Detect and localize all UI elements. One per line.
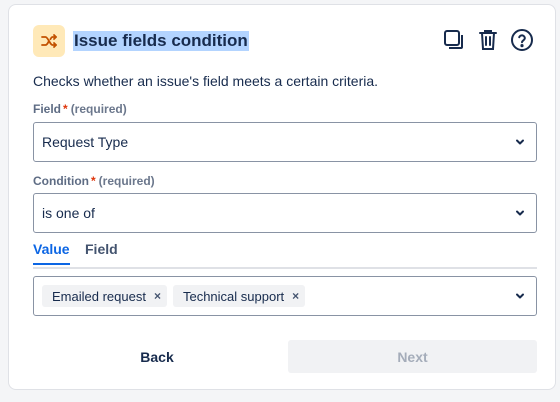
selected-values: Emailed request × Technical support ×	[42, 285, 512, 307]
value-chip-label: Technical support	[182, 288, 285, 304]
panel-description: Checks whether an issue's field meets a …	[33, 73, 379, 89]
issue-fields-condition-panel: Issue fields condition Checks whether an…	[8, 4, 556, 390]
shuffle-icon	[33, 25, 65, 57]
tab-field[interactable]: Field	[85, 241, 118, 263]
value-source-tabs: Value Field	[33, 241, 537, 269]
chevron-down-icon	[512, 134, 528, 150]
required-text: (required)	[98, 174, 155, 188]
trash-icon[interactable]	[475, 27, 501, 53]
field-label: Field	[33, 102, 62, 116]
required-mark: *	[63, 102, 68, 116]
value-chip: Emailed request ×	[42, 285, 167, 307]
tab-value[interactable]: Value	[33, 241, 70, 265]
condition-select[interactable]: is one of	[33, 193, 537, 233]
required-mark: *	[90, 174, 96, 188]
next-button[interactable]: Next	[288, 340, 537, 373]
condition-label: Condition	[33, 174, 89, 188]
value-chip: Technical support ×	[172, 285, 306, 307]
help-icon[interactable]	[509, 27, 535, 53]
duplicate-icon[interactable]	[441, 27, 467, 53]
chevron-down-icon	[512, 288, 528, 304]
chevron-down-icon	[512, 205, 528, 221]
back-button[interactable]: Back	[33, 340, 281, 373]
value-chip-label: Emailed request	[52, 288, 146, 304]
condition-label-row: Condition * (required)	[33, 174, 155, 188]
field-select[interactable]: Request Type	[33, 122, 537, 162]
panel-title: Issue fields condition	[73, 31, 249, 51]
values-multi-select[interactable]: Emailed request × Technical support ×	[33, 276, 537, 316]
required-text: (required)	[70, 102, 127, 116]
remove-chip-icon[interactable]: ×	[154, 289, 161, 303]
condition-select-value: is one of	[42, 205, 95, 221]
field-label-row: Field * (required)	[33, 102, 127, 116]
remove-chip-icon[interactable]: ×	[292, 289, 299, 303]
panel-header: Issue fields condition	[33, 25, 535, 57]
header-actions	[441, 27, 535, 53]
field-select-value: Request Type	[42, 134, 129, 150]
